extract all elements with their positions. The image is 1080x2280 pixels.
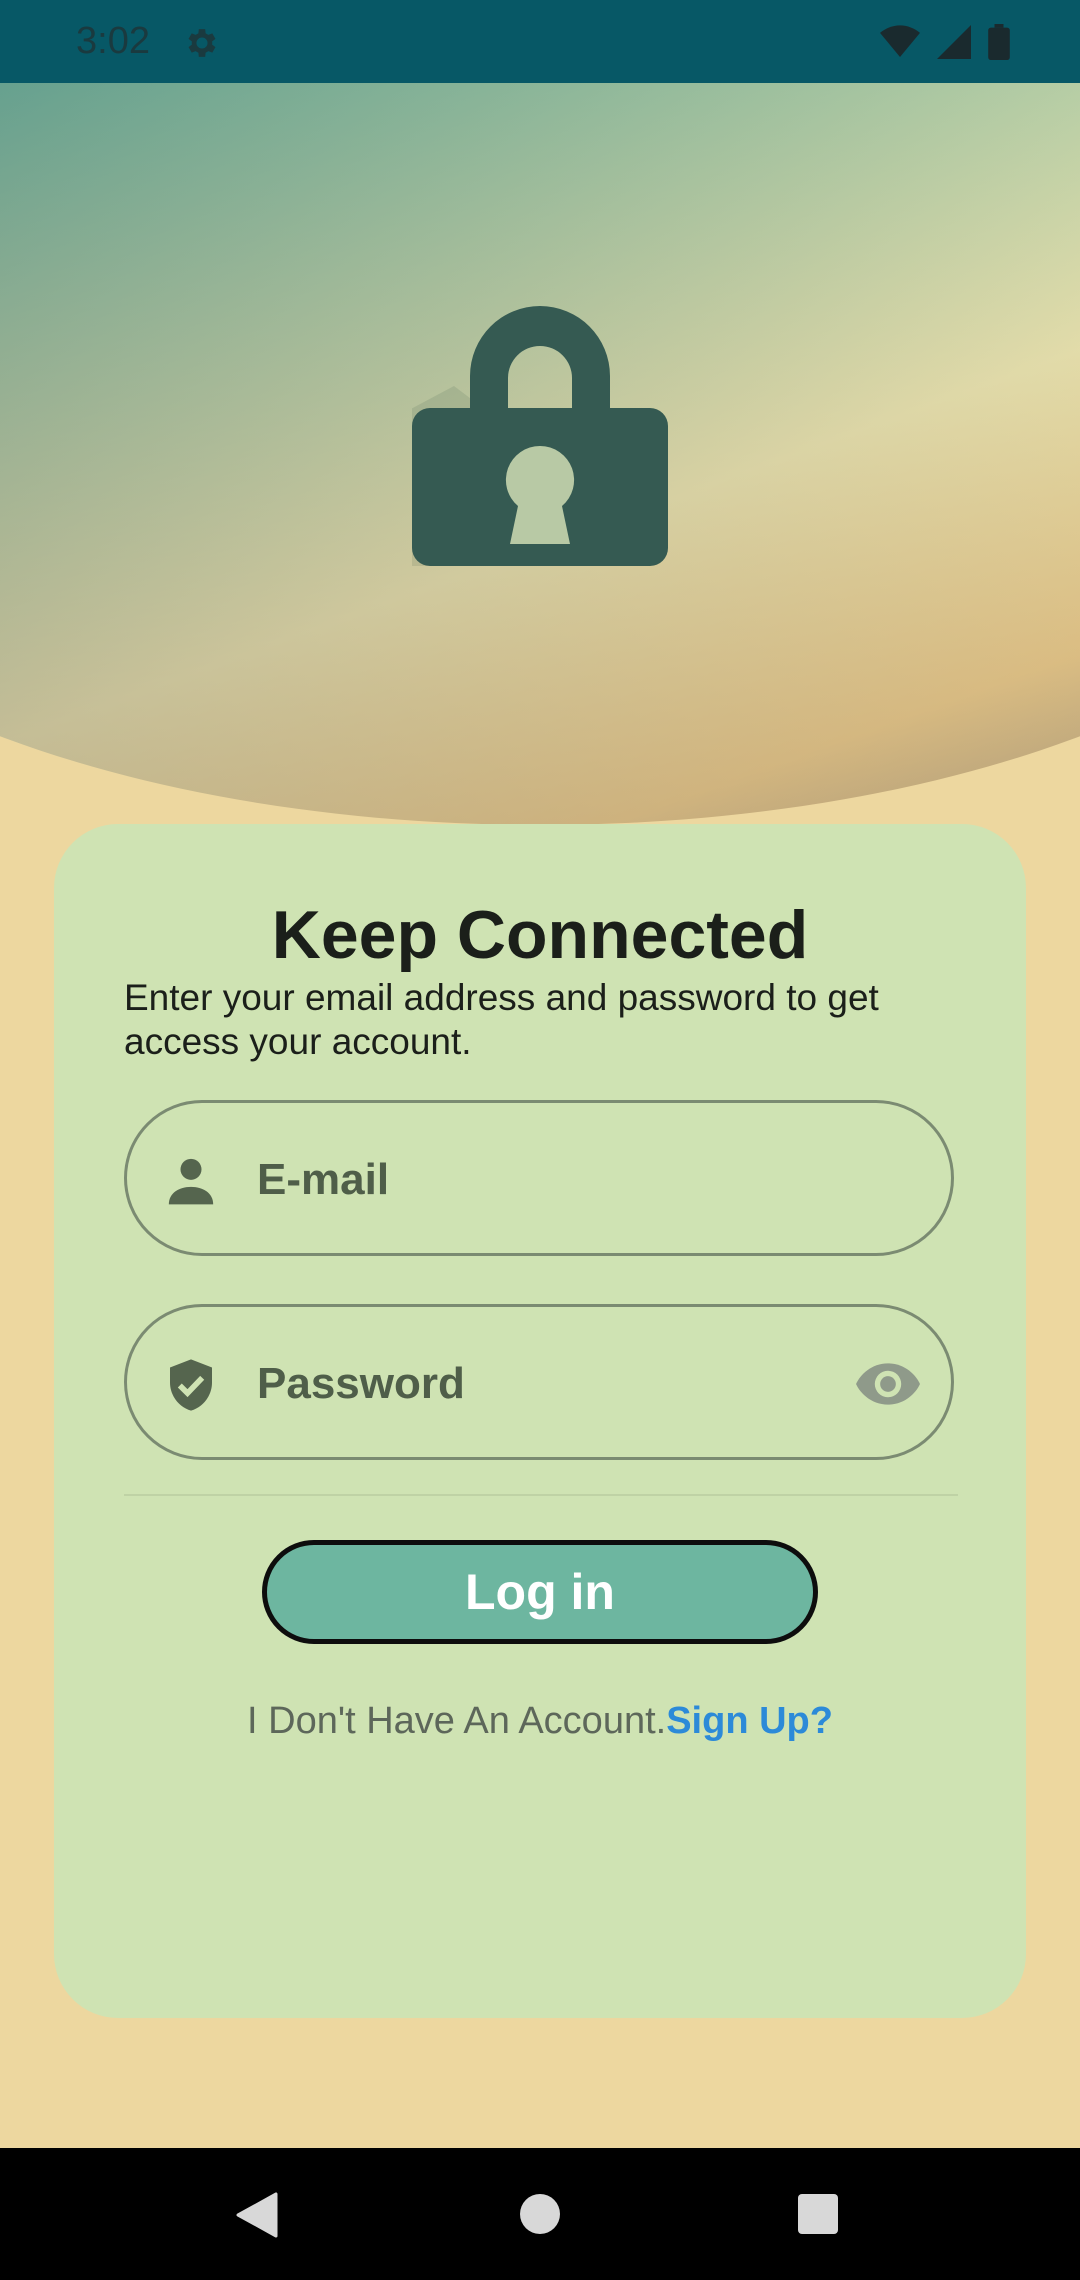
divider <box>124 1494 958 1496</box>
login-screen: 3:02 Keep Connected Enter your email add… <box>0 0 1080 2280</box>
status-time: 3:02 <box>76 20 150 62</box>
back-icon[interactable] <box>236 2192 278 2238</box>
eye-icon[interactable] <box>855 1359 921 1409</box>
recents-icon[interactable] <box>798 2194 838 2234</box>
page-title: Keep Connected <box>271 897 809 973</box>
status-bar: 3:02 <box>0 0 1080 83</box>
login-card: Keep Connected Enter your email address … <box>54 824 1026 2018</box>
signup-link[interactable]: Sign Up? <box>666 1700 833 1742</box>
battery-icon <box>988 24 1010 60</box>
status-icons <box>880 24 1010 60</box>
email-field[interactable]: E-mail <box>124 1100 954 1256</box>
gear-icon <box>188 29 216 57</box>
lock-icon <box>412 306 668 566</box>
signal-icon <box>937 25 971 59</box>
password-placeholder: Password <box>257 1359 465 1408</box>
home-icon[interactable] <box>520 2194 560 2234</box>
page-subtitle: Enter your email address and password to… <box>124 977 879 1062</box>
password-field[interactable]: Password <box>124 1304 954 1460</box>
navigation-bar <box>0 2148 1080 2280</box>
email-placeholder: E-mail <box>257 1155 390 1204</box>
signup-row: I Don't Have An Account.Sign Up? <box>54 1700 1026 1743</box>
signup-prompt: I Don't Have An Account. <box>247 1700 667 1742</box>
login-button[interactable]: Log in <box>262 1540 818 1644</box>
shield-check-icon <box>170 1359 212 1411</box>
wifi-icon <box>880 25 920 57</box>
person-icon <box>168 1158 214 1205</box>
